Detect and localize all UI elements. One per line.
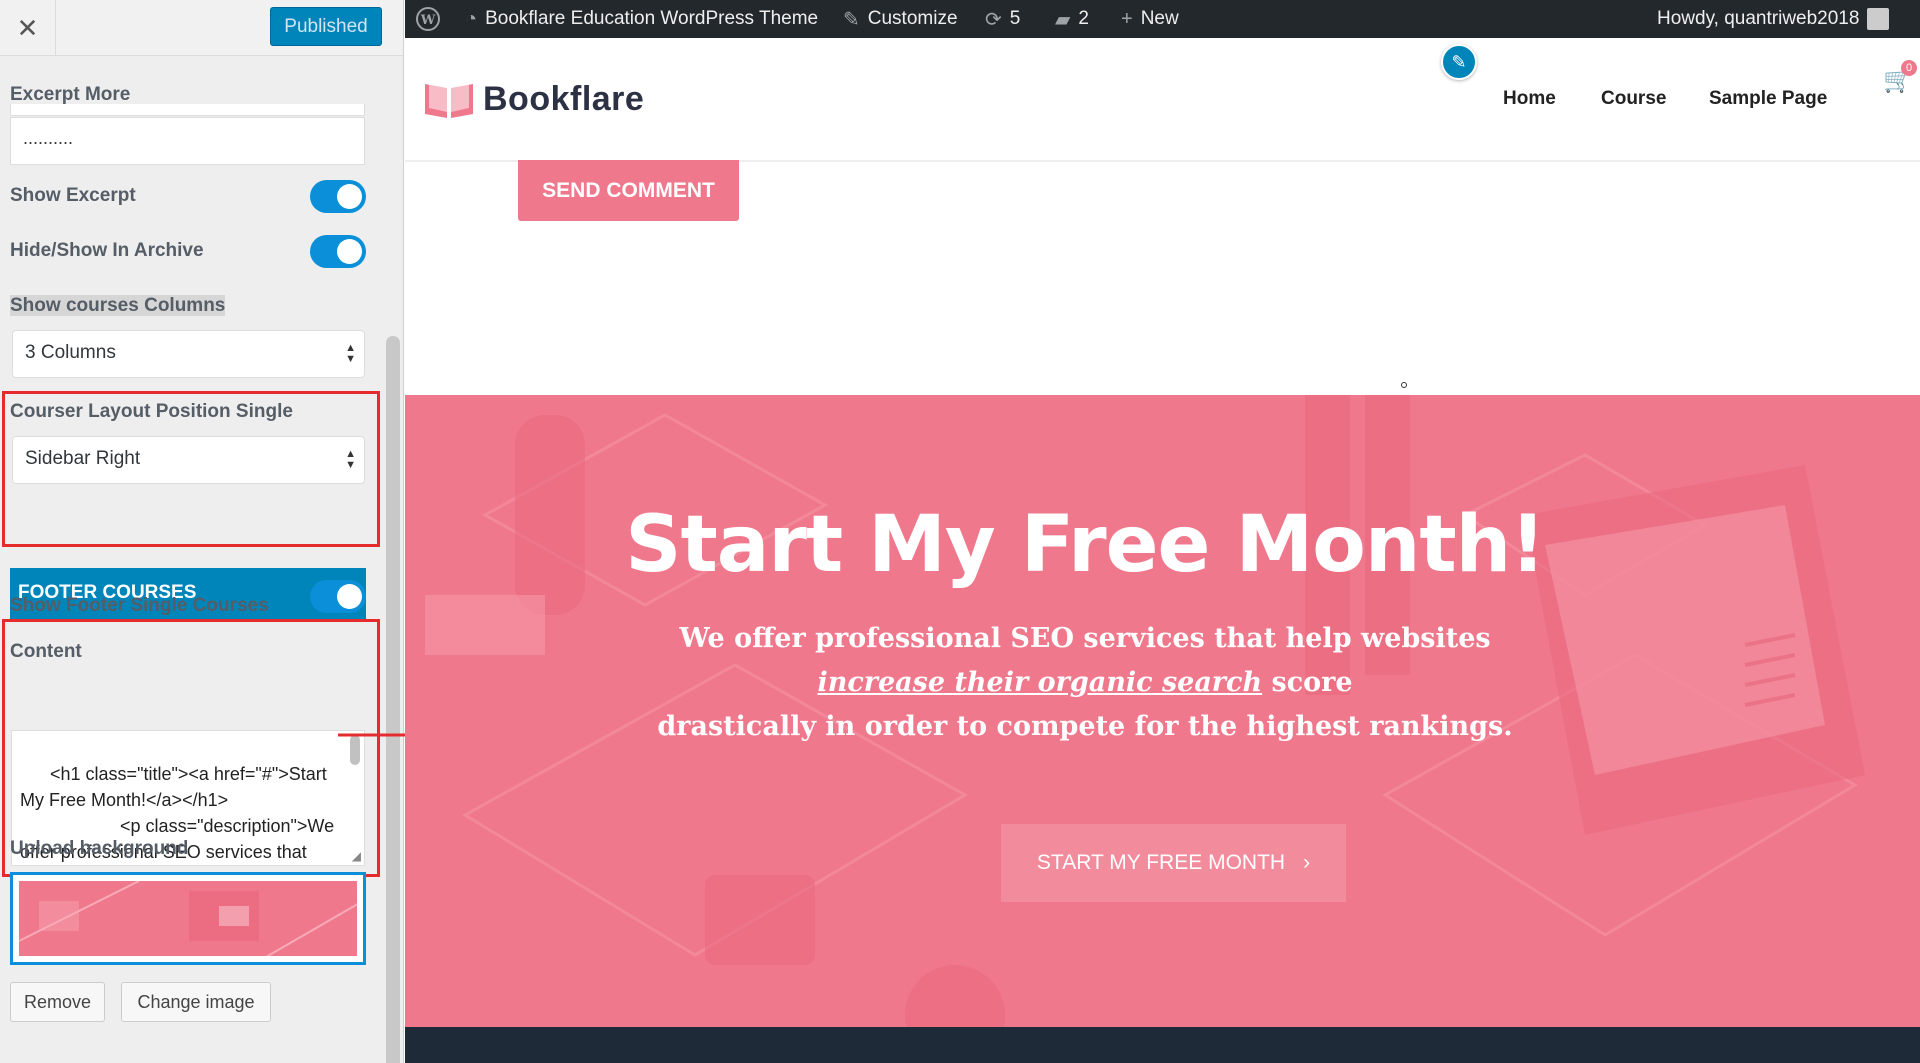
dashboard-icon: ◔ xyxy=(465,7,478,30)
edit-shortcut-pencil-icon[interactable]: ✎ xyxy=(1441,44,1477,80)
close-icon: ✕ xyxy=(16,12,39,43)
book-logo-icon xyxy=(425,81,473,118)
customizer-header: ✕ Published xyxy=(0,0,403,56)
cta-desc-post: score xyxy=(1262,667,1353,698)
comments-link[interactable]: ▰ 2 xyxy=(1055,0,1089,38)
site-name-label: Bookflare Education WordPress Theme xyxy=(485,8,819,29)
avatar xyxy=(1867,8,1890,30)
cta-title: Start My Free Month! xyxy=(625,500,1545,590)
site-name-menu[interactable]: ◔ Bookflare Education WordPress Theme xyxy=(465,0,818,38)
layout-position-label: Courser Layout Position Single xyxy=(10,401,293,422)
remove-image-button[interactable]: Remove xyxy=(10,982,105,1022)
wp-admin-bar: W ◔ Bookflare Education WordPress Theme … xyxy=(405,0,1920,38)
sidebar-scrollbar[interactable] xyxy=(386,336,400,1063)
updates-count: 5 xyxy=(1009,8,1021,29)
show-footer-label: Show Footer Single Courses xyxy=(10,595,269,616)
content-label: Content xyxy=(10,641,82,662)
publish-button[interactable]: Published xyxy=(270,7,382,46)
show-excerpt-toggle[interactable] xyxy=(310,180,366,213)
close-customizer-button[interactable]: ✕ xyxy=(0,0,56,56)
cta-description: We offer professional SEO services that … xyxy=(635,617,1535,749)
howdy-label: Howdy, quantriweb2018 xyxy=(1657,8,1860,29)
nav-sample-page[interactable]: Sample Page xyxy=(1709,88,1827,110)
customizer-sidebar: ✕ Published Excerpt More .......... Show… xyxy=(0,0,404,1063)
resize-handle-icon[interactable]: ◢ xyxy=(352,850,361,862)
cta-desc-pre: We offer professional SEO services that … xyxy=(679,623,1491,654)
brush-icon: ✎ xyxy=(843,8,860,31)
cta-banner: Start My Free Month! We offer profession… xyxy=(405,395,1920,1027)
customize-link[interactable]: ✎ Customize xyxy=(843,0,958,38)
upload-background-label: Upload background xyxy=(10,838,189,859)
site-logo[interactable]: Bookflare xyxy=(423,78,644,120)
start-free-month-button[interactable]: START MY FREE MONTH › xyxy=(1001,824,1346,902)
upload-background-preview[interactable] xyxy=(10,872,366,965)
send-comment-button[interactable]: SEND COMMENT xyxy=(518,160,739,221)
excerpt-more-label: Excerpt More xyxy=(10,84,131,105)
select-arrows-icon: ▲ ▼ xyxy=(345,448,356,471)
updates-icon: ⟳ xyxy=(985,8,1002,31)
customize-label: Customize xyxy=(867,8,958,29)
courses-columns-select[interactable]: 3 Columns ▲ ▼ xyxy=(12,330,365,378)
layout-position-select[interactable]: Sidebar Right ▲ ▼ xyxy=(12,436,365,484)
site-header: Bookflare ✎ Home Course Sample Page 🛒 0 xyxy=(405,38,1920,162)
courses-columns-value: 3 Columns xyxy=(25,342,116,363)
wordpress-logo-menu[interactable]: W xyxy=(415,0,441,38)
show-footer-toggle[interactable] xyxy=(310,580,366,613)
excerpt-more-input[interactable]: .......... xyxy=(10,117,365,165)
background-thumbnail xyxy=(19,881,357,956)
comments-count: 2 xyxy=(1078,8,1089,29)
hide-show-archive-label: Hide/Show In Archive xyxy=(10,240,204,261)
cursor-dot xyxy=(1401,382,1407,388)
chevron-right-icon: › xyxy=(1303,851,1311,874)
svg-text:W: W xyxy=(420,13,436,28)
new-content-link[interactable]: + New xyxy=(1121,0,1179,38)
comment-icon: ▰ xyxy=(1055,8,1071,31)
updates-link[interactable]: ⟳ 5 xyxy=(985,0,1020,38)
site-footer xyxy=(405,1027,1920,1063)
nav-home[interactable]: Home xyxy=(1503,88,1556,110)
cart-count-badge: 0 xyxy=(1901,60,1917,76)
courses-columns-label: Show courses Columns xyxy=(10,295,226,316)
plus-icon: + xyxy=(1121,7,1133,30)
cta-button-label: START MY FREE MONTH xyxy=(1036,851,1286,874)
cta-desc-line2: drastically in order to compete for the … xyxy=(657,711,1513,742)
account-menu[interactable]: Howdy, quantriweb2018 xyxy=(1657,0,1890,38)
hide-show-archive-toggle[interactable] xyxy=(310,235,366,268)
wordpress-icon: W xyxy=(416,7,440,31)
cta-desc-link[interactable]: increase their organic search xyxy=(817,667,1262,698)
nav-course[interactable]: Course xyxy=(1601,88,1666,110)
change-image-button[interactable]: Change image xyxy=(121,982,271,1022)
select-arrows-icon: ▲ ▼ xyxy=(345,342,356,365)
show-excerpt-label: Show Excerpt xyxy=(10,185,136,206)
logo-text: Bookflare xyxy=(483,79,645,118)
new-label: New xyxy=(1140,8,1179,29)
layout-position-value: Sidebar Right xyxy=(25,448,141,469)
